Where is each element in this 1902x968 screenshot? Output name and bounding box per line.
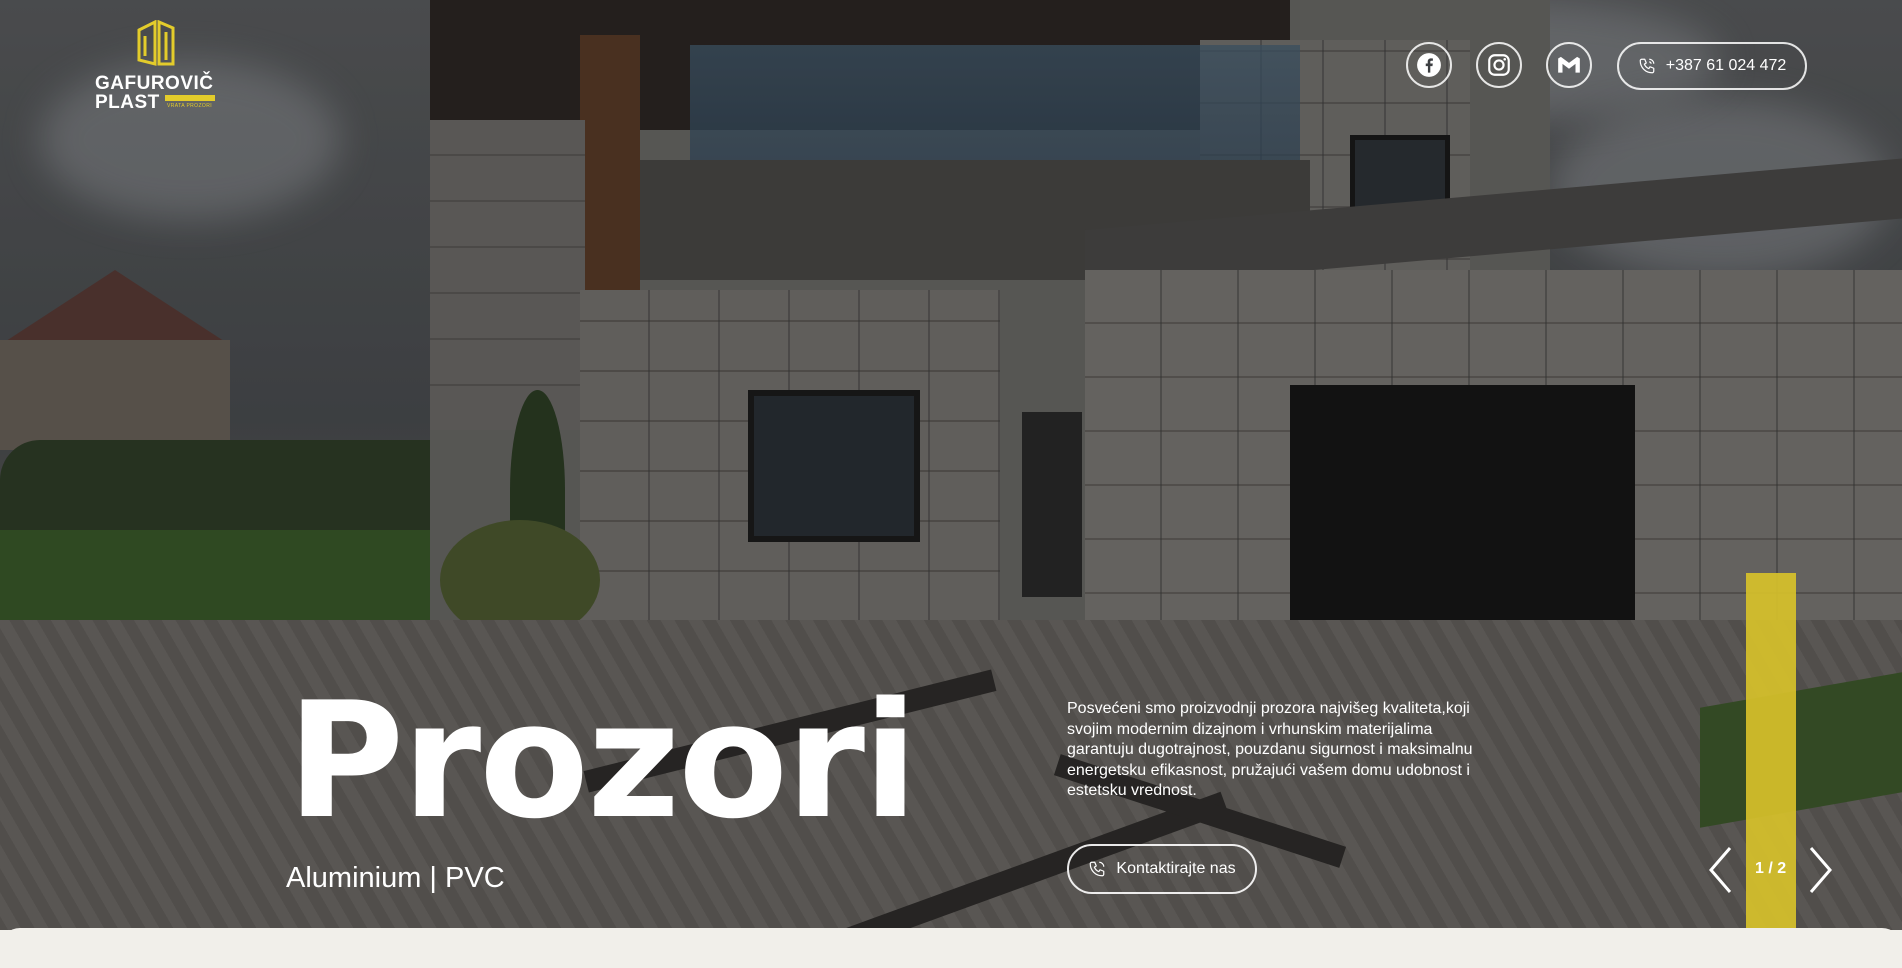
- brand-accent-bar: [165, 95, 215, 101]
- logo-mark-icon: [137, 20, 175, 66]
- phone-number: +387 61 024 472: [1665, 57, 1787, 74]
- header-phone-button[interactable]: +387 61 024 472: [1617, 42, 1807, 90]
- hero-subtitle: Aluminium | PVC: [286, 862, 505, 894]
- contact-button-label: Kontaktirajte nas: [1116, 860, 1236, 877]
- content-panel-top: [0, 928, 1902, 968]
- brand-tagline: VRATA PROZORI: [167, 103, 213, 109]
- mail-icon: [1558, 56, 1580, 73]
- instagram-icon: [1488, 54, 1510, 76]
- gmail-button[interactable]: [1546, 42, 1592, 88]
- facebook-button[interactable]: [1406, 42, 1452, 88]
- instagram-button[interactable]: [1476, 42, 1522, 88]
- chevron-right-icon[interactable]: [1805, 845, 1835, 895]
- phone-icon: [1639, 58, 1655, 74]
- contact-button[interactable]: Kontaktirajte nas: [1067, 844, 1257, 894]
- phone-icon: [1090, 861, 1105, 877]
- brand-name-line2: PLAST: [95, 92, 160, 113]
- hero-title: Prozori: [287, 667, 918, 854]
- chevron-left-icon[interactable]: [1706, 845, 1736, 895]
- brand-name-line1: GAFUROVIČ: [95, 73, 214, 94]
- hero-description: Posvećeni smo proizvodnji prozora najviš…: [1067, 700, 1473, 799]
- hero-section: [0, 0, 1902, 930]
- facebook-icon: [1417, 53, 1441, 77]
- brand-logo[interactable]: GAFUROVIČ PLAST VRATA PROZORI: [95, 20, 220, 112]
- slide-counter: 1 / 2: [1755, 860, 1787, 877]
